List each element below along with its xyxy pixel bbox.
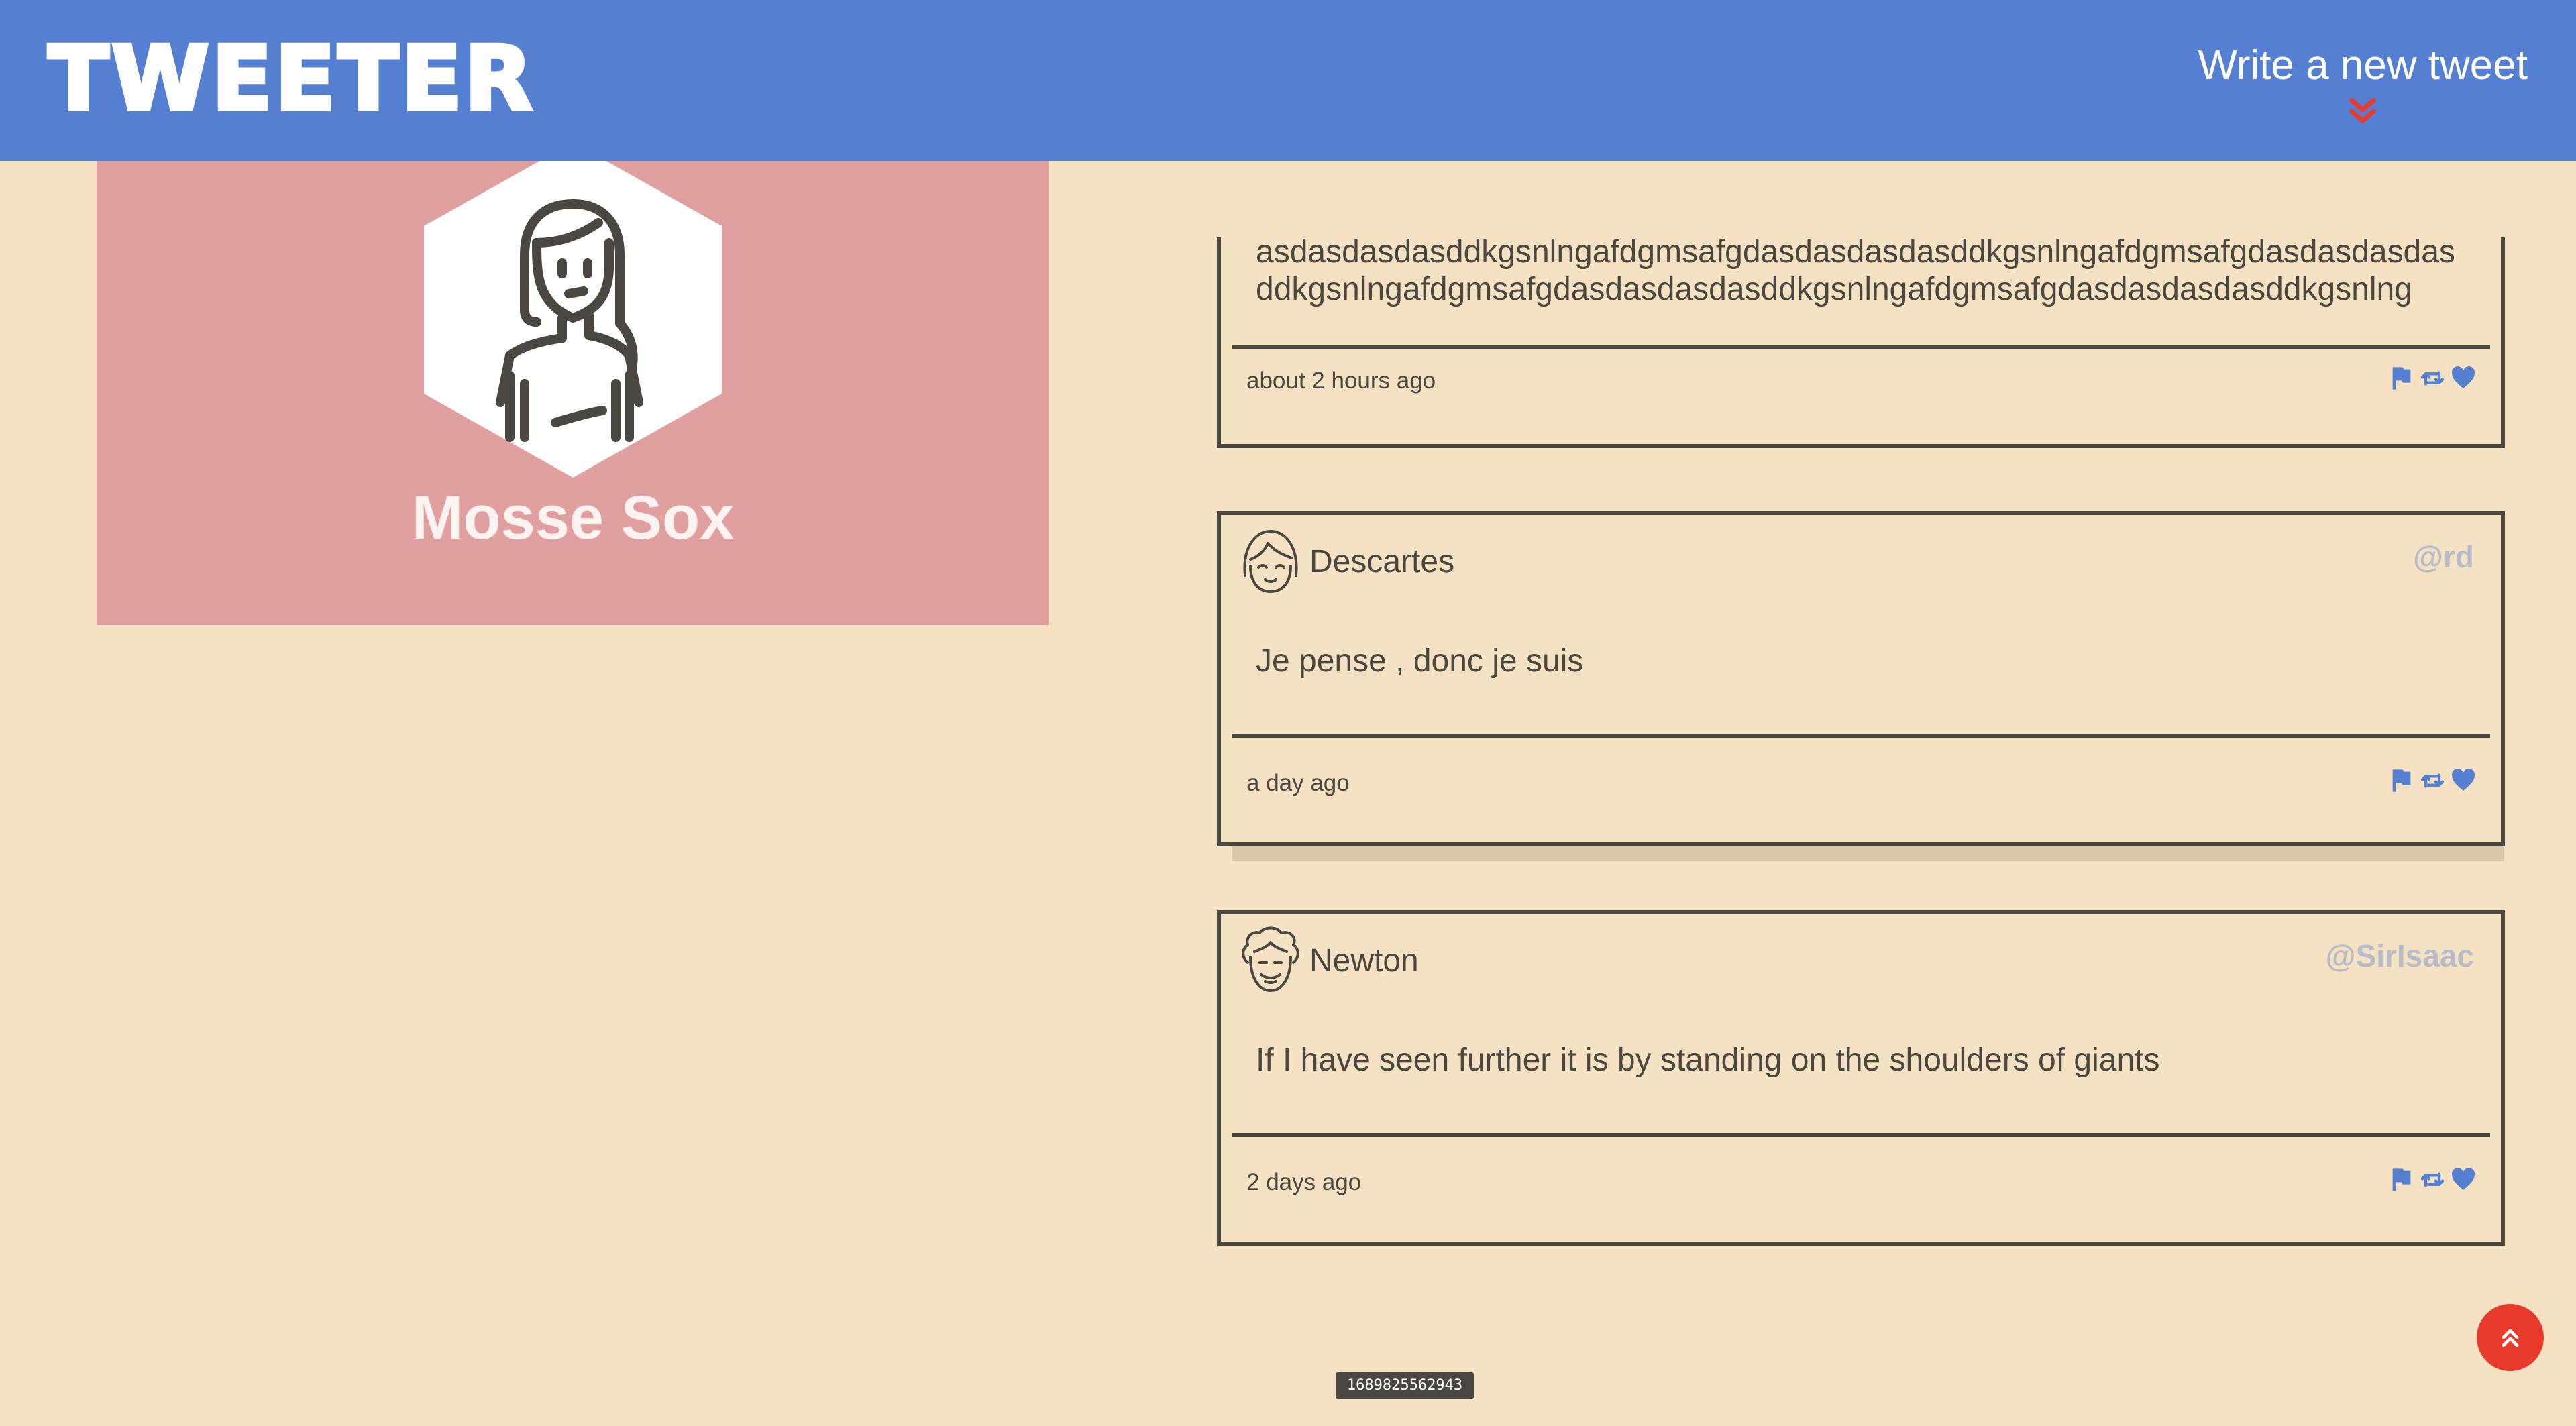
- tweet-text: If I have seen further it is by standing…: [1256, 1042, 2160, 1078]
- timestamp-badge: 1689825562943: [1336, 1372, 1474, 1399]
- tweet-actions: [2388, 767, 2477, 794]
- tweet-card: Descartes @rd Je pense , donc je suis a …: [1217, 511, 2505, 846]
- tweet-author-handle[interactable]: @SirIsaac: [2326, 936, 2474, 976]
- tweet-card: asdasdasdasddkgsnlngafdgmsafgdasdasdasda…: [1217, 234, 2505, 448]
- tweet-author-name[interactable]: Descartes: [1309, 542, 1454, 582]
- tweet-timestamp: 2 days ago: [1246, 1169, 1362, 1195]
- app-logo[interactable]: TWEETER: [46, 30, 535, 128]
- heart-icon[interactable]: [2450, 365, 2477, 392]
- flag-icon[interactable]: [2388, 767, 2415, 794]
- newton-avatar-icon[interactable]: [1238, 925, 1303, 996]
- double-chevron-up-icon[interactable]: [2497, 1324, 2524, 1351]
- write-new-tweet-label[interactable]: Write a new tweet: [2198, 39, 2528, 93]
- tweet-divider: [1232, 1133, 2490, 1137]
- tweet-card: Newton @SirIsaac If I have seen further …: [1217, 910, 2505, 1246]
- heart-icon[interactable]: [2450, 1166, 2477, 1193]
- tweet-timestamp: a day ago: [1246, 770, 1350, 796]
- retweet-icon[interactable]: [2419, 365, 2446, 392]
- tweet-divider: [1232, 345, 2490, 349]
- profile-card: Mosse Sox: [97, 142, 1049, 625]
- retweet-icon[interactable]: [2419, 1166, 2446, 1193]
- top-navigation-bar: TWEETER Write a new tweet: [0, 0, 2576, 161]
- double-chevron-down-icon[interactable]: [2344, 93, 2381, 130]
- flag-icon[interactable]: [2388, 365, 2415, 392]
- tweet-hover-shadow: [1232, 846, 2504, 861]
- write-new-tweet-button[interactable]: Write a new tweet: [2198, 39, 2528, 130]
- tweet-author-handle[interactable]: @rd: [2413, 537, 2474, 577]
- woman-avatar-icon: [424, 142, 722, 478]
- flag-icon[interactable]: [2388, 1166, 2415, 1193]
- descartes-avatar-icon[interactable]: [1238, 526, 1303, 597]
- tweet-timestamp: about 2 hours ago: [1246, 368, 1436, 394]
- scroll-to-top-button[interactable]: [2477, 1304, 2544, 1371]
- tweet-actions: [2388, 1166, 2477, 1193]
- tweet-text: asdasdasdasddkgsnlngafdgmsafgdasdasdasda…: [1256, 234, 2455, 307]
- tweet-divider: [1232, 734, 2490, 738]
- retweet-icon[interactable]: [2419, 767, 2446, 794]
- profile-name: Mosse Sox: [411, 484, 735, 552]
- tweet-author-name[interactable]: Newton: [1309, 941, 1419, 981]
- tweet-header: Descartes @rd: [1221, 515, 2501, 602]
- tweet-header: Newton @SirIsaac: [1221, 914, 2501, 1001]
- heart-icon[interactable]: [2450, 767, 2477, 794]
- tweet-text: Je pense , donc je suis: [1256, 643, 1584, 679]
- tweet-actions: [2388, 365, 2477, 392]
